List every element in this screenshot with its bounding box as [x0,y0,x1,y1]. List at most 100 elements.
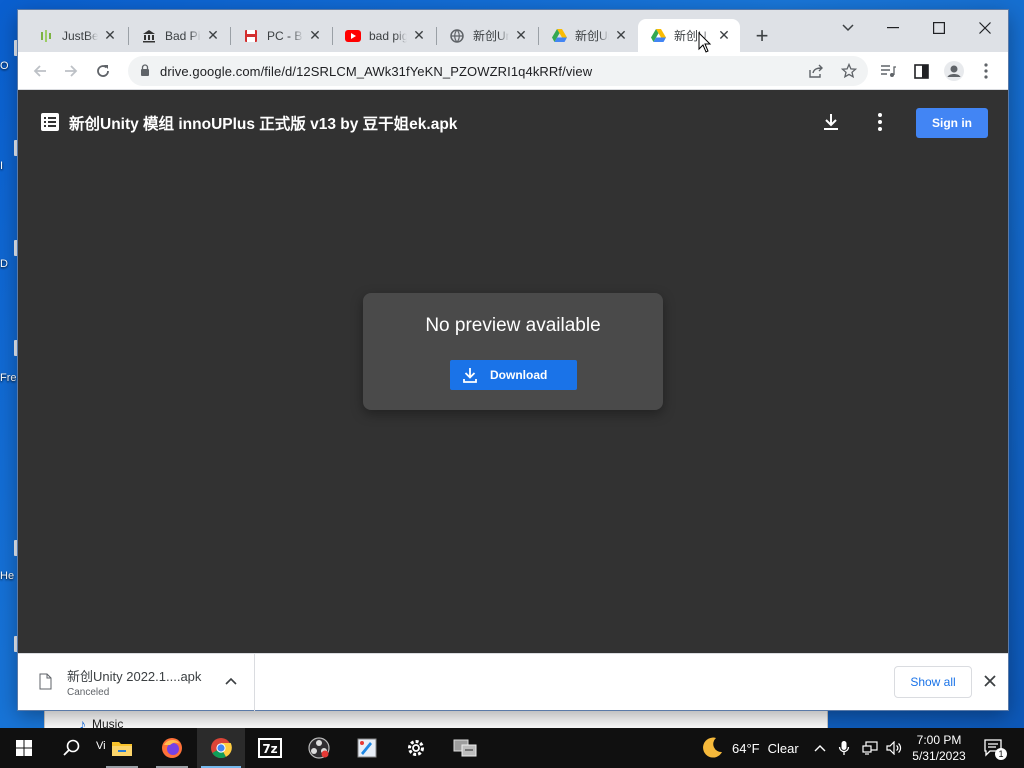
file-title: 新创Unity 模组 innoUPlus 正式版 v13 by 豆干姐ek.ap… [69,116,458,133]
tab-search-button[interactable] [836,16,860,40]
show-hidden-icons-button[interactable] [814,728,826,768]
download-icon [824,114,838,130]
desktop-label[interactable]: I [0,160,3,172]
download-shelf: 新创Unity 2022.1....apk Canceled Show all [18,653,1008,711]
arrow-right-icon [65,65,78,77]
close-tab-icon[interactable]: ✕ [307,27,323,44]
chrome-menu-button[interactable] [972,57,1000,85]
tab-xinchuang-1[interactable]: 新创Ur ✕ [437,19,537,52]
reload-icon [97,65,109,77]
maximize-button[interactable] [916,14,962,42]
browser-toolbar: drive.google.com/file/d/12SRLCM_AWk31fYe… [18,52,1008,90]
moon-icon [703,737,722,758]
close-tab-icon[interactable]: ✕ [102,27,118,44]
taskbar-chrome[interactable] [197,728,245,768]
obs-icon [308,737,330,759]
desktop-label[interactable]: D [0,258,8,270]
download-options-button[interactable] [222,672,240,690]
new-tab-button[interactable]: + [750,23,774,48]
network-indicator[interactable] [862,728,878,768]
google-drive-icon [650,28,666,44]
sign-in-button[interactable]: Sign in [916,108,988,138]
mouse-cursor-icon [698,32,712,53]
taskbar-paint[interactable] [343,728,391,768]
system-clock[interactable]: 7:00 PM 5/31/2023 [904,732,974,764]
svg-text:7z: 7z [262,742,277,756]
minimize-icon [887,27,899,29]
tab-title: Bad Pig [165,28,201,43]
start-button[interactable] [0,728,48,768]
taskbar-file-explorer[interactable] [98,728,146,768]
download-button-label: Download [490,368,548,382]
maximize-icon [933,22,945,34]
taskbar: Vi 7z 64°F Clear 7:00 PM 5/31/2023 1 [0,728,1024,768]
taskbar-network-app[interactable] [441,728,489,768]
weather-temp: 64°F [732,740,760,756]
avatar-icon [944,61,964,81]
chevron-up-icon [814,745,826,752]
close-tab-icon[interactable]: ✕ [411,27,427,44]
microphone-indicator[interactable] [838,728,850,768]
reload-button[interactable] [89,57,117,85]
download-icon [450,367,490,383]
notification-center-button[interactable]: 1 [983,728,1007,768]
close-tab-icon[interactable]: ✕ [205,27,221,44]
chevron-up-icon [225,677,237,685]
firefox-icon [162,738,182,758]
taskbar-search-button[interactable] [48,728,96,768]
show-all-button[interactable]: Show all [894,666,972,698]
notification-count-badge: 1 [995,748,1007,760]
back-button[interactable] [26,57,54,85]
more-actions-button[interactable] [868,110,892,134]
tab-pc-ba[interactable]: PC - Ba ✕ [231,19,331,52]
forward-button[interactable] [57,57,85,85]
clock-date: 5/31/2023 [912,749,966,763]
file-explorer-icon [112,742,132,756]
taskbar-obs[interactable] [295,728,343,768]
desktop-label[interactable]: O [0,60,9,72]
weather-widget[interactable]: 64°F Clear [700,728,799,768]
paint-icon [357,738,377,758]
profile-button[interactable] [940,57,968,85]
taskbar-settings[interactable] [392,728,440,768]
close-window-button[interactable] [962,14,1008,42]
tab-justbeats[interactable]: JustBe ✕ [26,19,126,52]
media-queue-icon [881,65,896,77]
kebab-menu-icon [984,63,988,79]
7zip-icon: 7z [258,738,282,758]
search-icon [63,739,80,756]
lock-icon[interactable] [140,64,150,76]
url-text[interactable]: drive.google.com/file/d/12SRLCM_AWk31fYe… [160,64,592,79]
globe-icon [449,28,465,44]
tab-xinchuang-active[interactable]: 新创U ✕ [638,19,740,52]
bookmark-button[interactable] [838,60,860,82]
close-tab-icon[interactable]: ✕ [513,27,529,44]
kebab-menu-icon [878,113,882,131]
close-download-bar-button[interactable] [980,671,1000,691]
volume-indicator[interactable] [886,728,902,768]
close-tab-icon[interactable]: ✕ [613,27,629,44]
taskbar-firefox[interactable] [148,728,196,768]
share-button[interactable] [806,60,828,82]
close-tab-icon[interactable]: ✕ [716,27,732,44]
google-drive-icon [551,28,567,44]
tab-xinchuang-2[interactable]: 新创Ur ✕ [539,19,637,52]
youtube-icon [345,28,361,44]
tab-bad-pig-youtube[interactable]: bad pig ✕ [333,19,435,52]
desktop-label[interactable]: He [0,570,14,582]
arrow-left-icon [33,65,46,77]
reading-list-button[interactable] [874,57,902,85]
tab-bad-pig[interactable]: Bad Pig ✕ [129,19,229,52]
desktop-label[interactable]: Fre [0,372,17,384]
download-button[interactable]: Download [450,360,577,390]
viewer-header: 新创Unity 模组 innoUPlus 正式版 v13 by 豆干姐ek.ap… [18,90,1008,154]
microphone-icon [838,741,850,755]
minimize-button[interactable] [870,14,916,42]
download-file-button[interactable] [819,110,843,134]
side-panel-button[interactable] [907,57,935,85]
clock-time: 7:00 PM [916,733,962,747]
taskbar-7zip[interactable]: 7z [246,728,294,768]
file-list-icon [41,113,59,131]
address-bar[interactable]: drive.google.com/file/d/12SRLCM_AWk31fYe… [128,56,868,86]
download-item[interactable]: 新创Unity 2022.1....apk Canceled [18,654,255,711]
